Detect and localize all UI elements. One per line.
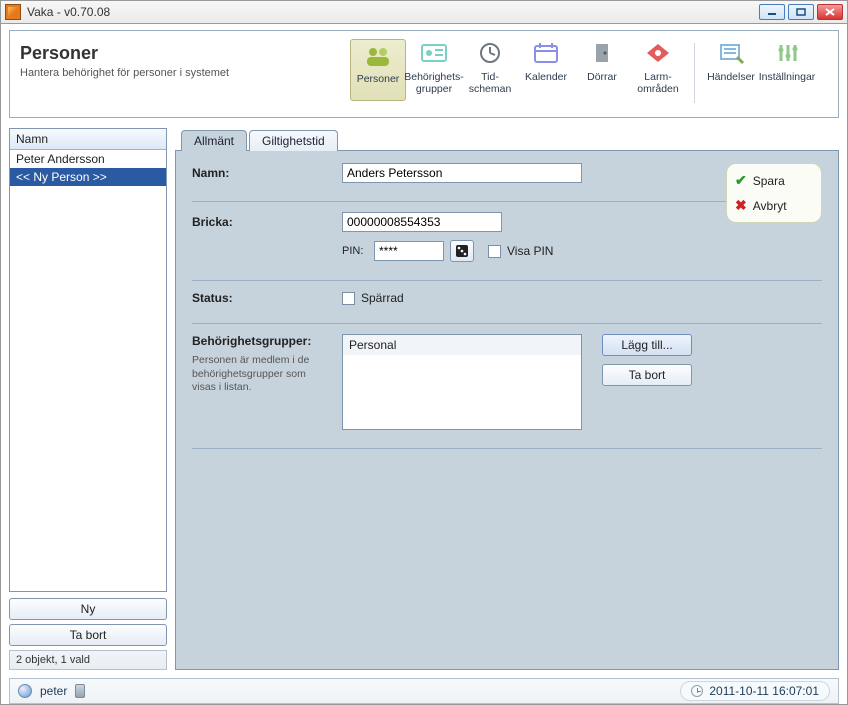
groups-help: Personen är medlem i de behörighetsgrupp… [192, 354, 342, 395]
toolbar-dorrar[interactable]: Dörrar [574, 39, 630, 95]
server-icon [75, 684, 85, 698]
statusbar-datetime: 2011-10-11 16:07:01 [709, 684, 819, 698]
events-icon [714, 39, 748, 67]
toolbar-label: Händelser [707, 71, 755, 95]
statusbar-clock: 2011-10-11 16:07:01 [680, 681, 830, 701]
persons-icon [361, 43, 395, 69]
groups-label: Behörighetsgrupper: [192, 334, 342, 348]
sparrad-checkbox[interactable]: Spärrad [342, 291, 404, 305]
cross-icon: ✖ [735, 197, 747, 214]
app-icon [5, 4, 21, 20]
statusbar: peter 2011-10-11 16:07:01 [9, 678, 839, 704]
pin-dice-button[interactable] [450, 240, 474, 262]
alarm-icon [641, 39, 675, 67]
bricka-input[interactable] [342, 212, 502, 232]
statusbar-user: peter [40, 684, 67, 698]
toolbar-separator [694, 43, 695, 103]
list-status: 2 objekt, 1 vald [9, 650, 167, 670]
person-list[interactable]: Namn Peter Andersson << Ny Person >> [9, 128, 167, 592]
toolbar-label: Behörighets- grupper [404, 71, 464, 95]
form-panel: ✔ Spara ✖ Avbryt Namn: [175, 150, 839, 670]
header-left: Personer Hantera behörighet för personer… [20, 39, 350, 109]
clock-icon [473, 39, 507, 67]
delete-button[interactable]: Ta bort [9, 624, 167, 646]
add-group-button[interactable]: Lägg till... [602, 334, 692, 356]
toolbar-handelser[interactable]: Händelser [703, 39, 759, 95]
save-button[interactable]: ✔ Spara [735, 172, 813, 189]
globe-icon [18, 684, 32, 698]
pin-input[interactable] [374, 241, 444, 261]
toolbar-label: Inställningar [759, 71, 816, 95]
toolbar-larmomraden[interactable]: Larm- områden [630, 39, 686, 95]
toolbar-label: Dörrar [587, 71, 617, 95]
list-header[interactable]: Namn [10, 129, 166, 150]
cancel-label: Avbryt [753, 199, 787, 213]
tab-allmant[interactable]: Allmänt [181, 130, 247, 151]
save-label: Spara [753, 174, 785, 188]
groups-listbox[interactable]: Personal [342, 334, 582, 430]
window-title: Vaka - v0.70.08 [27, 5, 759, 19]
new-button[interactable]: Ny [9, 598, 167, 620]
page-subtitle: Hantera behörighet för personer i system… [20, 67, 350, 79]
toolbar-label: Personer [357, 73, 400, 97]
group-item[interactable]: Personal [343, 335, 581, 355]
remove-group-button[interactable]: Ta bort [602, 364, 692, 386]
maximize-button[interactable] [788, 4, 814, 20]
sidebar: Namn Peter Andersson << Ny Person >> Ny … [9, 128, 167, 670]
toolbar-personer[interactable]: Personer [350, 39, 406, 101]
bricka-label: Bricka: [192, 215, 342, 229]
minimize-button[interactable] [759, 4, 785, 20]
page-title: Personer [20, 43, 350, 64]
check-icon: ✔ [735, 172, 747, 189]
toolbar-kalender[interactable]: Kalender [518, 39, 574, 95]
close-button[interactable] [817, 4, 843, 20]
settings-icon [770, 39, 804, 67]
visa-pin-label: Visa PIN [507, 244, 553, 258]
clock-small-icon [691, 685, 703, 697]
dice-icon [455, 244, 469, 258]
list-item[interactable]: Peter Andersson [10, 150, 166, 168]
name-input[interactable] [342, 163, 582, 183]
tabbar: Allmänt Giltighetstid [175, 128, 839, 150]
header-panel: Personer Hantera behörighet för personer… [9, 30, 839, 118]
name-label: Namn: [192, 166, 342, 180]
titlebar: Vaka - v0.70.08 [0, 0, 848, 24]
toolbar-tidscheman[interactable]: Tid- scheman [462, 39, 518, 95]
tab-giltighetstid[interactable]: Giltighetstid [249, 130, 338, 151]
toolbar: Personer Behörighets- grupper Tid- schem… [350, 39, 828, 109]
door-icon [585, 39, 619, 67]
status-label: Status: [192, 291, 342, 305]
content: Allmänt Giltighetstid ✔ Spara ✖ Avbryt [175, 128, 839, 670]
toolbar-label: Larm- områden [637, 71, 678, 95]
list-item[interactable]: << Ny Person >> [10, 168, 166, 186]
visa-pin-checkbox[interactable]: Visa PIN [488, 244, 553, 258]
id-card-icon [417, 39, 451, 67]
checkbox-icon [488, 245, 501, 258]
cancel-button[interactable]: ✖ Avbryt [735, 197, 813, 214]
toolbar-behorighetsgrupper[interactable]: Behörighets- grupper [406, 39, 462, 95]
toolbar-label: Tid- scheman [469, 71, 512, 95]
main: Namn Peter Andersson << Ny Person >> Ny … [9, 128, 839, 670]
calendar-icon [529, 39, 563, 67]
checkbox-icon [342, 292, 355, 305]
toolbar-label: Kalender [525, 71, 567, 95]
pin-label: PIN: [342, 245, 374, 257]
action-box: ✔ Spara ✖ Avbryt [726, 163, 822, 223]
toolbar-installningar[interactable]: Inställningar [759, 39, 815, 95]
sparrad-label: Spärrad [361, 291, 404, 305]
